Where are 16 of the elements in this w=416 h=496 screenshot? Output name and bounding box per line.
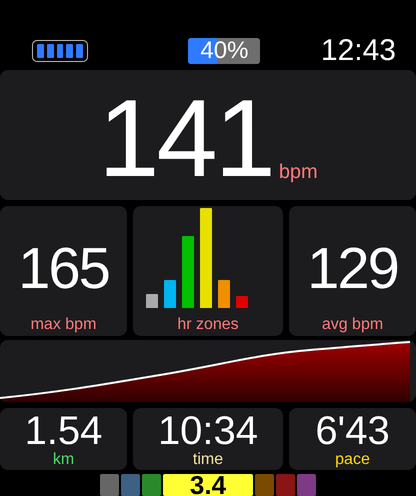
stat-label: hr zones: [177, 316, 239, 334]
metric-value: 1.54: [24, 411, 102, 451]
stat-label: max bpm: [30, 316, 96, 334]
stat-value: 165: [18, 235, 109, 302]
zone-segment: 3.4: [163, 474, 253, 496]
metric-label: km: [52, 451, 74, 469]
stat-label: avg bpm: [322, 316, 384, 334]
metric-value: 6'43: [315, 411, 390, 451]
heart-rate-unit: bpm: [278, 161, 318, 184]
battery-icon: [32, 40, 88, 62]
heart-rate-value: 141: [98, 84, 273, 194]
clock-time: 12:43: [320, 34, 396, 68]
metric-value: 10:34: [158, 411, 258, 451]
metric-label: time: [192, 451, 224, 469]
metric-label: pace: [335, 451, 370, 469]
stat-value: 129: [307, 235, 398, 302]
